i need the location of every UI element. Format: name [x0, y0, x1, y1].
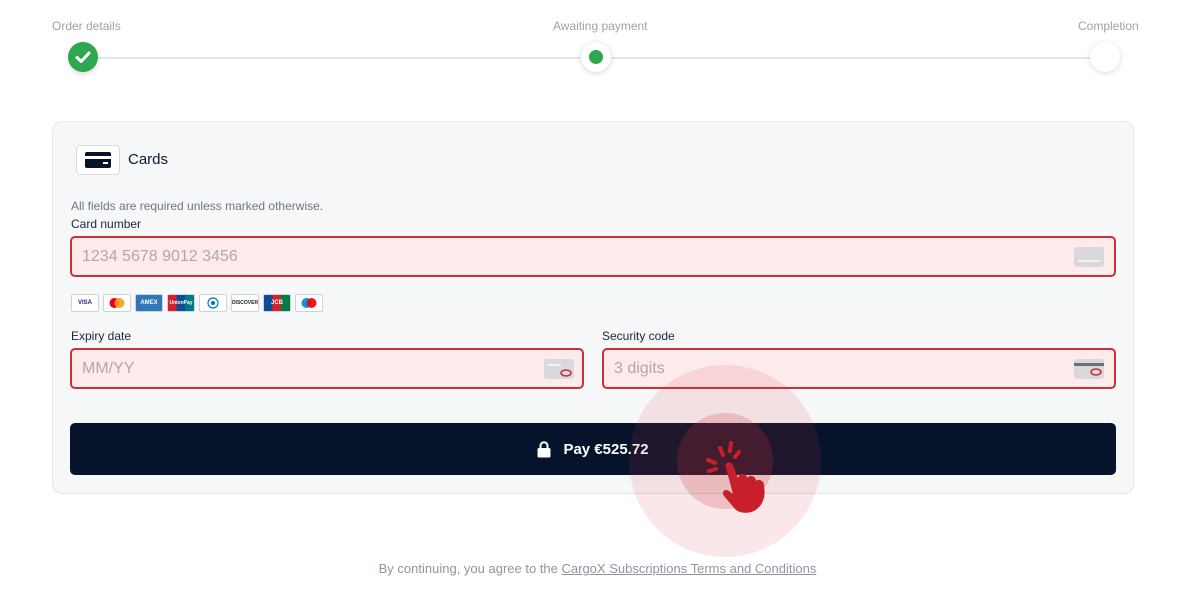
step-label-awaiting-payment: Awaiting payment	[553, 19, 648, 33]
security-code-input[interactable]	[602, 348, 1116, 389]
credit-card-icon	[76, 145, 120, 175]
unionpay-logo: UnionPay	[167, 294, 195, 312]
lock-icon	[537, 440, 551, 457]
step-pending-indicator	[1090, 42, 1120, 72]
step-done-indicator	[68, 42, 98, 72]
payment-method-title: Cards	[128, 151, 169, 168]
amex-logo: AMEX	[135, 294, 163, 312]
checkmark-icon	[75, 51, 91, 63]
terms-notice: By continuing, you agree to the CargoX S…	[0, 561, 1195, 576]
pay-button-label: Pay €525.72	[563, 440, 649, 458]
jcb-logo: JCB	[263, 294, 291, 312]
expiry-date-label: Expiry date	[71, 329, 132, 343]
expiry-date-input[interactable]	[70, 348, 584, 389]
maestro-logo	[295, 294, 323, 312]
required-fields-note: All fields are required unless marked ot…	[71, 199, 324, 213]
card-number-label: Card number	[71, 217, 142, 231]
card-number-input[interactable]	[70, 236, 1116, 277]
discover-logo: DISCOVER	[231, 294, 259, 312]
terms-prefix: By continuing, you agree to the	[378, 561, 562, 576]
card-expiry-icon	[544, 359, 574, 379]
card-payment-panel: Cards All fields are required unless mar…	[52, 121, 1134, 494]
mastercard-logo	[103, 294, 131, 312]
card-brands-list: VISA AMEX UnionPay DISCOVER JCB	[71, 294, 323, 312]
step-connector	[98, 57, 581, 59]
card-placeholder-icon	[1074, 247, 1104, 267]
step-label-completion: Completion	[1078, 19, 1139, 33]
security-code-label: Security code	[602, 329, 675, 343]
terms-link[interactable]: CargoX Subscriptions Terms and Condition…	[562, 561, 817, 576]
step-label-order-details: Order details	[52, 19, 121, 33]
pay-button[interactable]: Pay €525.72	[70, 423, 1116, 475]
step-active-indicator	[581, 42, 611, 72]
step-connector	[611, 57, 1090, 59]
visa-logo: VISA	[71, 294, 99, 312]
progress-stepper: Order details Awaiting payment Completio…	[0, 0, 1195, 90]
card-cvc-icon	[1074, 359, 1104, 379]
diners-logo	[199, 294, 227, 312]
